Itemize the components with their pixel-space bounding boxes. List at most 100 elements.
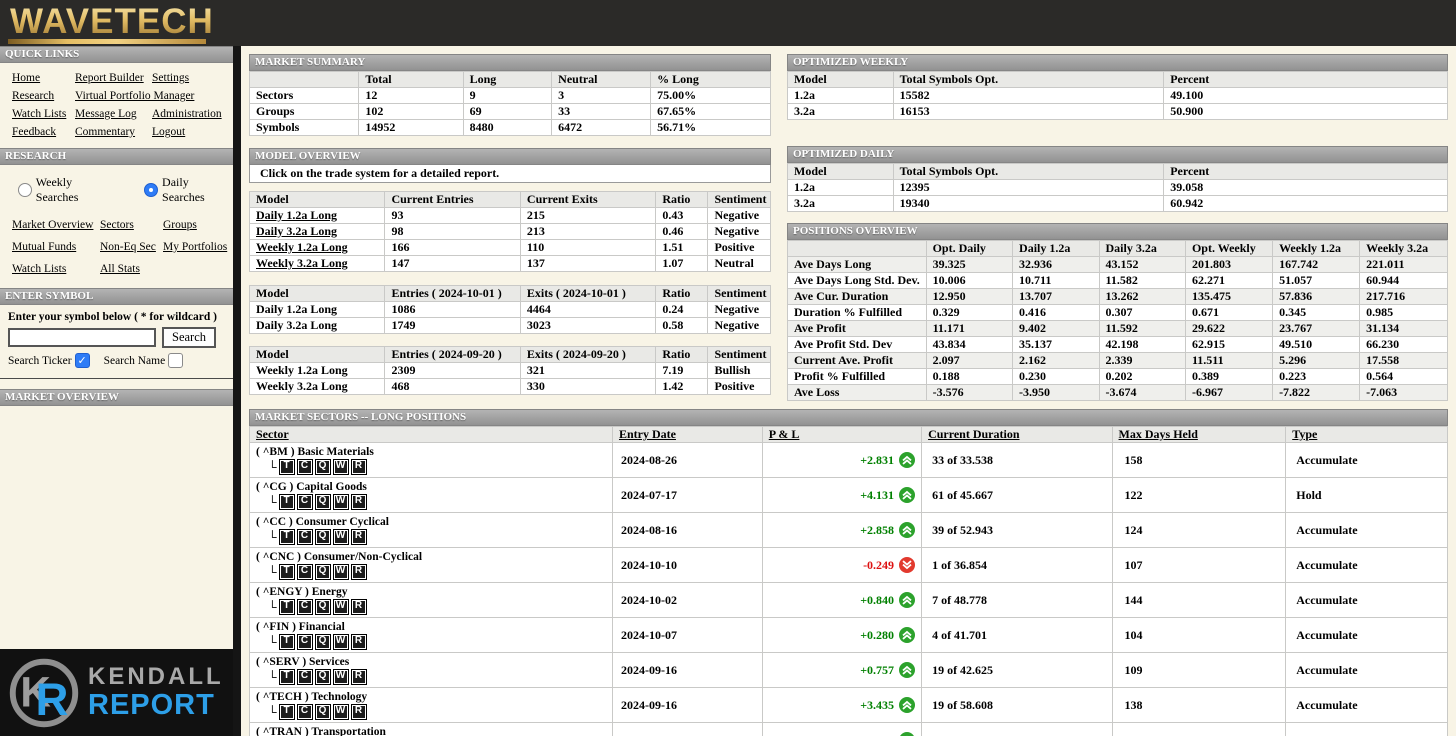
pnl-cell: +0.280 [761,617,923,653]
research-link-mutual-funds[interactable]: Mutual Funds [12,241,100,254]
sidebar-item-logout[interactable]: Logout [152,126,229,139]
market-summary-panel: MARKET SUMMARY Total Long Neutral% Long Sec… [248,54,771,136]
column-header-max-days-held[interactable]: Max Days Held [1111,426,1287,443]
cell: 75.00% [650,87,771,104]
column-header-p-l[interactable]: P & L [761,426,923,443]
radio-weekly-searches[interactable] [18,183,32,197]
tool-button-c[interactable]: C [296,668,313,685]
tool-button-w[interactable]: W [332,633,349,650]
research-link-groups[interactable]: Groups [163,219,229,232]
tool-button-w[interactable]: W [332,598,349,615]
tool-button-r[interactable]: R [350,633,367,650]
radio-daily-searches[interactable] [144,183,159,197]
tool-button-t[interactable]: T [278,458,295,475]
pnl-up-icon [899,452,916,468]
tool-button-r[interactable]: R [350,458,367,475]
tool-button-t[interactable]: T [278,633,295,650]
optimized-weekly-table: Model Total Symbols Opt. Percent 1.2a 15582 4… [787,71,1448,120]
model-link-weekly-3-2a-long[interactable]: Weekly 3.2a Long [256,257,348,271]
model-link-daily-3-2a-long[interactable]: Daily 3.2a Long [256,225,337,239]
tool-button-w[interactable]: W [332,703,349,720]
cell: Profit % Fulfilled [787,368,927,385]
tool-button-c[interactable]: C [296,598,313,615]
tool-button-c[interactable]: C [296,563,313,580]
column-header-current-duration[interactable]: Current Duration [921,426,1113,443]
column-header-total-symbols-opt: Total Symbols Opt. [892,71,1165,88]
tool-button-r[interactable]: R [350,528,367,545]
search-button[interactable]: Search [162,327,217,348]
cell: 0.43 [655,207,709,224]
checkbox-label: Search Name [103,354,166,367]
sidebar-item-virtual-portfolio-manager[interactable]: Virtual Portfolio Manager [75,90,229,103]
tool-button-r[interactable]: R [350,598,367,615]
tool-button-r[interactable]: R [350,493,367,510]
tool-button-c[interactable]: C [296,458,313,475]
pnl-up-icon [899,627,916,643]
cell: Weekly 3.2a Long [248,378,386,395]
cell: 8480 [462,119,553,136]
sidebar-item-commentary[interactable]: Commentary [75,126,152,139]
tool-button-r[interactable]: R [350,668,367,685]
tool-button-t[interactable]: T [278,493,295,510]
tool-button-w[interactable]: W [332,528,349,545]
tool-button-t[interactable]: T [278,703,295,720]
sidebar-item-feedback[interactable]: Feedback [12,126,75,139]
tool-button-w[interactable]: W [332,493,349,510]
market-summary-table: Total Long Neutral% Long Sectors 12 9 3 75.00% G… [248,71,771,136]
research-link-all-stats[interactable]: All Stats [100,263,229,276]
research-link-my-portfolios[interactable]: My Portfolios [163,241,229,254]
cell: 39.325 [925,256,1014,273]
tool-button-q[interactable]: Q [314,493,331,510]
tool-button-t[interactable]: T [278,528,295,545]
model-current-table: Model Current Entries Current Exits Ratio Se… [248,191,771,272]
tool-button-w[interactable]: W [332,668,349,685]
research-link-watch-lists[interactable]: Watch Lists [12,263,100,276]
research-link-non-eq-sec[interactable]: Non-Eq Sec [100,241,163,254]
sidebar-item-administration[interactable]: Administration [152,108,229,121]
sector-cell: ( ^SERV ) Services └ T C Q W R [249,652,613,688]
tool-button-r[interactable]: R [350,563,367,580]
column-header-entry-date[interactable]: Entry Date [611,426,763,443]
research-link-sectors[interactable]: Sectors [100,219,163,232]
checkbox-search-name[interactable] [168,353,184,368]
sidebar-item-research[interactable]: Research [12,90,75,103]
sidebar-item-report-builder[interactable]: Report Builder [75,72,152,85]
research-link-market-overview[interactable]: Market Overview [12,219,100,232]
tool-button-t[interactable]: T [278,668,295,685]
tool-button-c[interactable]: C [296,633,313,650]
sidebar-item-settings[interactable]: Settings [152,72,229,85]
tool-button-q[interactable]: Q [314,598,331,615]
cell: 0.188 [925,368,1014,385]
tool-button-q[interactable]: Q [314,563,331,580]
tool-button-q[interactable]: Q [314,633,331,650]
checkbox-search-ticker[interactable]: ✓ [74,353,90,368]
tool-button-t[interactable]: T [278,598,295,615]
cell: 201.803 [1184,256,1274,273]
sidebar-item-message-log[interactable]: Message Log [75,108,152,121]
tool-button-w[interactable]: W [332,563,349,580]
tool-button-q[interactable]: Q [314,703,331,720]
sidebar-item-watch-lists[interactable]: Watch Lists [12,108,75,121]
sidebar-item-home[interactable]: Home [12,72,75,85]
symbol-input[interactable] [8,328,156,347]
table-row: Ave Cur. Duration 12.950 13.707 13.262 135.4… [787,288,1448,305]
pnl-cell: +7.969 [761,722,923,736]
tool-button-r[interactable]: R [350,703,367,720]
tool-button-q[interactable]: Q [314,528,331,545]
tool-button-c[interactable]: C [296,703,313,720]
branch-icon: └ [268,599,277,614]
tool-button-q[interactable]: Q [314,668,331,685]
cell: Duration % Fulfilled [787,304,927,321]
tool-button-c[interactable]: C [296,493,313,510]
tool-button-t[interactable]: T [278,563,295,580]
model-link-weekly-1-2a-long[interactable]: Weekly 1.2a Long [256,241,348,255]
tool-button-c[interactable]: C [296,528,313,545]
positions-overview-title: POSITIONS OVERVIEW [787,223,1448,240]
column-header-type[interactable]: Type [1285,426,1448,443]
tool-button-w[interactable]: W [332,458,349,475]
wavetech-logo[interactable]: WAVETECH [10,2,214,42]
cell: 43.152 [1098,256,1186,273]
model-link-daily-1-2a-long[interactable]: Daily 1.2a Long [256,209,337,223]
tool-button-q[interactable]: Q [314,458,331,475]
column-header-sector[interactable]: Sector [249,426,613,443]
